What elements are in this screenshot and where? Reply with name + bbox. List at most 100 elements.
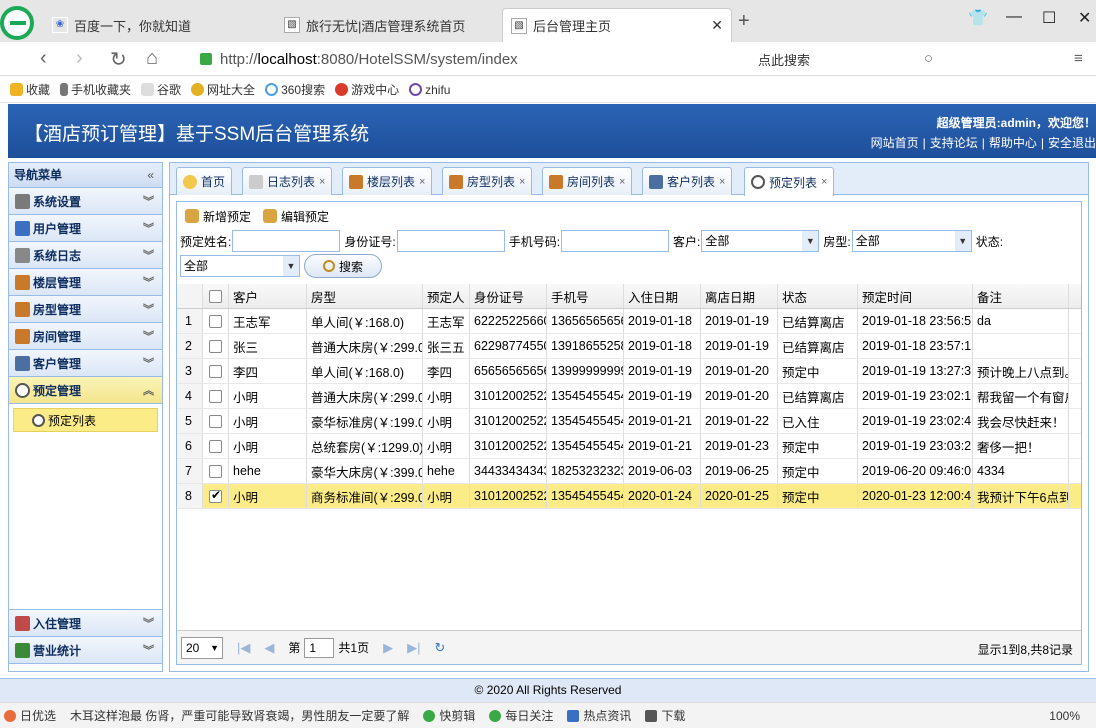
url-field[interactable]: http://localhost:8080/HotelSSM/system/in… [200, 46, 950, 72]
tab-customer-list[interactable]: 客户列表 × [642, 167, 733, 195]
sidebar-item-users[interactable]: 用户管理 ︾ [9, 215, 162, 242]
roomtype-select[interactable]: 全部 ▼ [851, 230, 972, 252]
browser-tab-hotel-home[interactable]: ▧ 旅行无忧|酒店管理系统首页 [276, 8, 473, 42]
refresh-icon[interactable]: ↻ [434, 640, 445, 656]
prev-page-icon[interactable]: ◀ [264, 640, 274, 656]
column-header[interactable]: 身份证号 [470, 284, 547, 308]
column-header[interactable]: 预定时间 [858, 284, 973, 308]
reload-icon[interactable]: ↻ [110, 47, 127, 72]
header-select-all[interactable] [203, 284, 229, 308]
row-select[interactable] [203, 409, 229, 433]
next-page-icon[interactable]: ▶ [383, 640, 393, 656]
row-select[interactable] [203, 359, 229, 383]
tab-roomtype-list[interactable]: 房型列表 × [442, 167, 533, 195]
link-help[interactable]: 帮助中心 [989, 136, 1037, 150]
row-select[interactable] [203, 434, 229, 458]
sidebar-item-revenue[interactable]: 营业统计 ︾ [9, 637, 162, 664]
edit-reservation-button[interactable]: 编辑预定 [263, 208, 329, 225]
bookmark-favorites[interactable]: 收藏 [10, 81, 50, 98]
browser-tab-baidu[interactable]: ❀ 百度一下，你就知道 [44, 8, 199, 42]
row-select[interactable] [203, 309, 229, 333]
menu-icon[interactable]: ≡ [1074, 50, 1083, 67]
bookmark-games[interactable]: 游戏中心 [335, 81, 399, 98]
tab-reservation-list[interactable]: 预定列表 × [744, 167, 835, 196]
tab-home[interactable]: 首页 [176, 167, 233, 195]
row-checkbox[interactable] [209, 339, 222, 353]
status-news[interactable]: 木耳这样泡最 伤肾，严重可能导致肾衰竭，男性朋友一定要了解 [70, 707, 409, 724]
link-site-home[interactable]: 网站首页 [871, 136, 919, 150]
sidebar-item-system-settings[interactable]: 系统设置 ︾ [9, 188, 162, 215]
customer-select[interactable]: 全部 ▼ [701, 230, 820, 252]
bookmark-zhifu[interactable]: zhifu [409, 83, 450, 97]
table-row[interactable]: 2 张三 普通大床房(￥:299.0) 张三五 62298774550 139186552… [177, 334, 1081, 359]
new-tab-button[interactable]: + [738, 10, 750, 33]
select-all-checkbox[interactable] [209, 289, 222, 303]
bookmark-hao123[interactable]: 网址大全 [191, 81, 255, 98]
page-number-input[interactable]: 1 [304, 637, 335, 658]
row-select[interactable] [203, 459, 229, 483]
sidebar-item-reservations[interactable]: 预定管理 ︽ [9, 377, 162, 404]
bookmark-google[interactable]: 谷歌 [141, 81, 181, 98]
column-header[interactable]: 离店日期 [701, 284, 778, 308]
browser-search-hint[interactable]: 点此搜索 [758, 50, 810, 69]
close-icon[interactable]: × [719, 176, 725, 188]
add-reservation-button[interactable]: 新增预定 [185, 208, 251, 225]
row-checkbox[interactable] [209, 314, 222, 328]
close-icon[interactable]: × [519, 176, 525, 188]
close-icon[interactable]: × [821, 176, 827, 188]
row-checkbox[interactable] [209, 414, 222, 428]
row-checkbox[interactable] [209, 364, 222, 378]
maximize-icon[interactable]: ☐ [1042, 8, 1056, 28]
bookmark-360search[interactable]: 360搜索 [265, 81, 325, 98]
link-forum[interactable]: 支持论坛 [930, 136, 978, 150]
close-tab-icon[interactable]: ✕ [711, 17, 723, 34]
row-checkbox[interactable] [209, 439, 222, 453]
forward-icon[interactable]: › [76, 47, 83, 70]
bookmark-mobile[interactable]: 手机收藏夹 [60, 81, 131, 98]
table-row[interactable]: 1 王志军 单人间(￥:168.0) 王志军 62225225660 1365656565… [177, 309, 1081, 334]
sidebar-item-checkin[interactable]: 入住管理 ︾ [9, 610, 162, 637]
table-row[interactable]: 6 小明 总统套房(￥:1299.0) 小明 31012002522 1354545545… [177, 434, 1081, 459]
link-logout[interactable]: 安全退出 [1048, 136, 1096, 150]
browser-tab-admin[interactable]: ▧ 后台管理主页 ✕ [502, 8, 732, 42]
tab-log-list[interactable]: 日志列表 × [242, 167, 333, 195]
reserver-name-input[interactable] [232, 230, 341, 252]
table-row[interactable]: 4 小明 普通大床房(￥:299.0) 小明 31012002522 1354545545… [177, 384, 1081, 409]
row-select[interactable] [203, 484, 229, 508]
row-checkbox[interactable] [209, 464, 222, 478]
status-hotnews[interactable]: 热点资讯 [567, 707, 631, 724]
status-daily[interactable]: 每日关注 [489, 707, 553, 724]
row-checkbox[interactable] [209, 389, 222, 403]
status-zoom[interactable]: 100% [1049, 709, 1080, 723]
column-header[interactable]: 备注 [973, 284, 1069, 308]
column-header[interactable]: 手机号 [547, 284, 624, 308]
page-size-select[interactable]: 20 ▼ [181, 636, 223, 659]
close-icon[interactable]: × [419, 176, 425, 188]
table-row[interactable]: 8小明商务标准间(￥:299.0)小明310120025221354545545… [177, 484, 1081, 509]
column-header[interactable]: 入住日期 [624, 284, 701, 308]
table-row[interactable]: 7 hehe 豪华大床房(￥:399.0) hehe 34433434343 182532… [177, 459, 1081, 484]
sidebar-item-room-types[interactable]: 房型管理 ︾ [9, 296, 162, 323]
status-quickcut[interactable]: 快剪辑 [423, 707, 475, 724]
home-icon[interactable]: ⌂ [146, 47, 158, 70]
shirt-icon[interactable]: 👕 [968, 8, 988, 28]
minimize-icon[interactable]: — [1006, 8, 1022, 26]
tab-room-list[interactable]: 房间列表 × [542, 167, 633, 195]
close-icon[interactable]: × [619, 176, 625, 188]
status-deals[interactable]: 日优选 [4, 707, 56, 724]
first-page-icon[interactable]: |◀ [237, 640, 250, 656]
phone-input[interactable] [561, 230, 670, 252]
search-button[interactable]: 搜索 [304, 254, 382, 278]
sidebar-item-system-log[interactable]: 系统日志 ︾ [9, 242, 162, 269]
sidebar-item-floors[interactable]: 楼层管理 ︾ [9, 269, 162, 296]
column-header[interactable]: 预定人 [423, 284, 470, 308]
table-row[interactable]: 3 李四 单人间(￥:168.0) 李四 65656565656 13999999999 2… [177, 359, 1081, 384]
close-window-icon[interactable]: ✕ [1078, 8, 1091, 28]
status-download[interactable]: 下载 [645, 707, 685, 724]
last-page-icon[interactable]: ▶| [407, 640, 420, 656]
table-row[interactable]: 5 小明 豪华标准房(￥:199.0) 小明 31012002522 1354545545… [177, 409, 1081, 434]
sidebar-item-customers[interactable]: 客户管理 ︾ [9, 350, 162, 377]
column-header[interactable]: 房型 [307, 284, 423, 308]
tab-floor-list[interactable]: 楼层列表 × [342, 167, 433, 195]
row-checkbox[interactable] [209, 488, 222, 503]
